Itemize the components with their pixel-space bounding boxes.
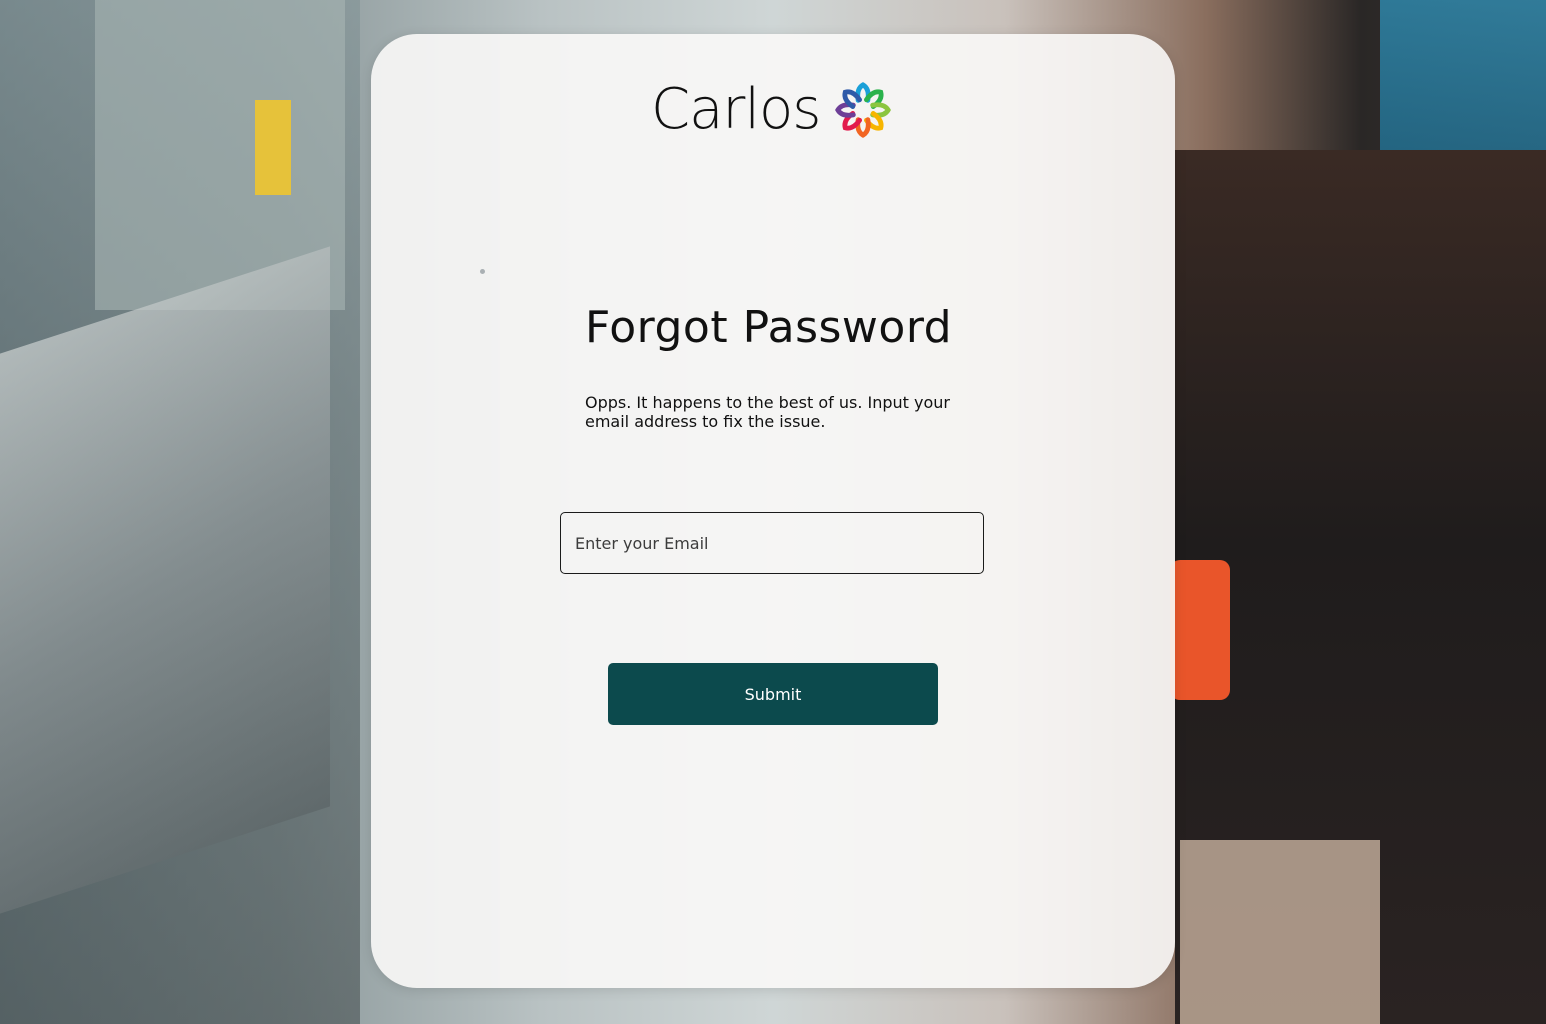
submit-button[interactable]: Submit — [608, 663, 938, 725]
brand-logo: Carlos — [651, 80, 892, 140]
page-title: Forgot Password — [585, 302, 953, 353]
decorative-dot — [480, 269, 485, 274]
page-description: Opps. It happens to the best of us. Inpu… — [585, 393, 950, 431]
email-field[interactable] — [560, 512, 984, 574]
brand-name: Carlos — [651, 77, 821, 142]
forgot-password-card: Carlos Forgot Password Opps. It happens … — [371, 34, 1175, 988]
flower-icon — [835, 82, 892, 138]
